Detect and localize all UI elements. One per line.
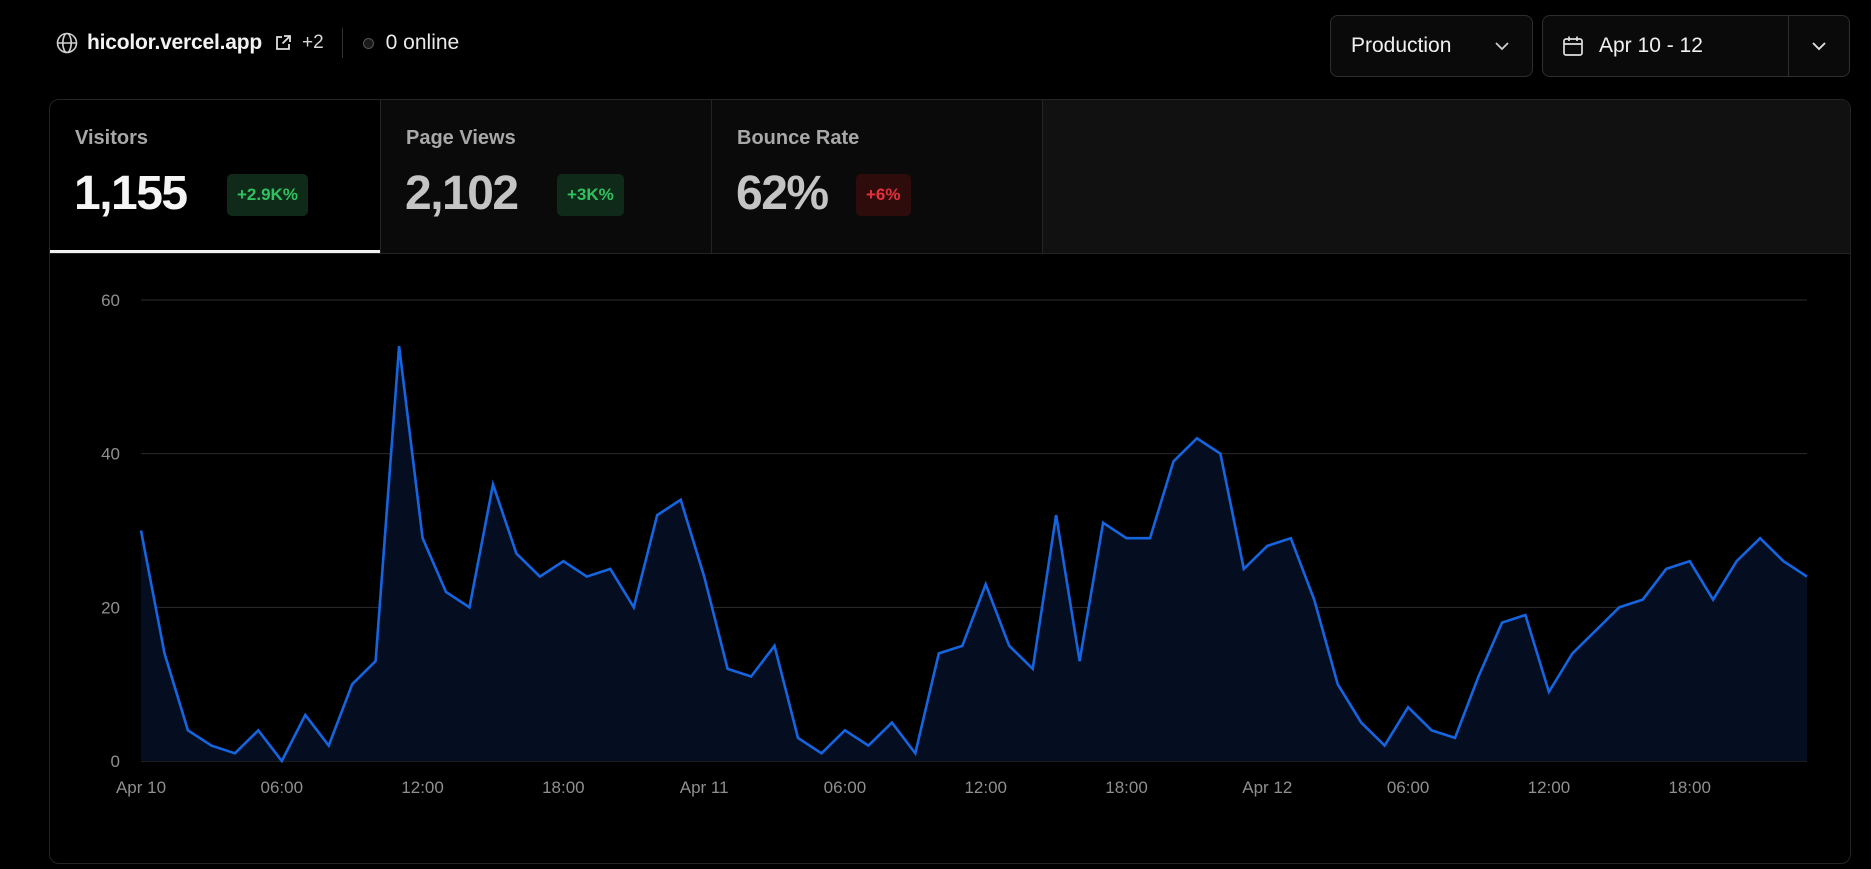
environment-label: Production [1351, 34, 1452, 57]
y-tick-label: 0 [111, 752, 120, 771]
area-layer [139, 345, 1808, 764]
stat-value: 62% [736, 167, 829, 220]
chart-svg: 0 20 40 60 Apr 10 06:00 12:00 18:00 Apr 11 06:00 1… [101, 291, 1808, 797]
x-tick-label: 06:00 [1387, 778, 1430, 797]
y-tick-label: 40 [101, 445, 120, 464]
calendar-icon [1561, 34, 1585, 58]
date-range-picker[interactable]: Apr 10 - 12 [1542, 15, 1850, 77]
stat-title: Page Views [406, 127, 516, 149]
x-tick-label: 12:00 [401, 778, 444, 797]
x-tick-label: 18:00 [1105, 778, 1148, 797]
top-bar: hicolor.vercel.app +2 0 online Productio… [0, 0, 1871, 100]
header-divider [341, 28, 343, 58]
stats-filler [1043, 100, 1850, 253]
date-range-label: Apr 10 - 12 [1599, 34, 1703, 57]
x-tick-label: Apr 12 [1242, 778, 1292, 797]
date-range-expand-button[interactable] [1789, 15, 1849, 77]
stat-change-badge: +6% [856, 174, 911, 216]
visitors-chart: 0 20 40 60 Apr 10 06:00 12:00 18:00 Apr 11 06:00 1… [50, 255, 1850, 863]
site-domain-link[interactable]: hicolor.vercel.app [87, 31, 262, 55]
x-tick-label: 06:00 [261, 778, 304, 797]
external-link-icon[interactable] [274, 34, 292, 52]
stat-value: 1,155 [74, 167, 188, 220]
environment-select[interactable]: Production [1330, 15, 1533, 77]
stat-change-badge: +3K% [557, 174, 624, 216]
x-tick-label: Apr 10 [116, 778, 166, 797]
y-tick-label: 60 [101, 291, 120, 310]
stat-tab-visitors[interactable]: Visitors 1,155 +2.9K% [50, 100, 381, 253]
x-tick-label: 18:00 [1668, 778, 1711, 797]
stat-change-badge: +2.9K% [227, 174, 308, 216]
stat-title: Bounce Rate [737, 127, 860, 149]
chevron-down-icon [1492, 36, 1512, 56]
online-count: 0 online [385, 31, 460, 54]
stat-value: 2,102 [405, 167, 519, 220]
site-header: hicolor.vercel.app +2 0 online [55, 28, 459, 58]
analytics-card: Visitors 1,155 +2.9K% Page Views 2,102 +… [49, 99, 1851, 864]
globe-icon [55, 31, 79, 55]
stat-title: Visitors [75, 127, 148, 149]
chevron-down-icon [1809, 36, 1829, 56]
x-tick-label: 12:00 [1528, 778, 1571, 797]
x-tick-label: 18:00 [542, 778, 585, 797]
x-tick-label: 06:00 [824, 778, 867, 797]
stat-tab-page-views[interactable]: Page Views 2,102 +3K% [381, 100, 712, 253]
more-domains-count[interactable]: +2 [302, 32, 324, 54]
x-tick-label: 12:00 [964, 778, 1007, 797]
y-tick-label: 20 [101, 598, 120, 617]
stat-tab-bounce-rate[interactable]: Bounce Rate 62% +6% [712, 100, 1043, 253]
status-dot-icon [362, 37, 374, 49]
area-fill [141, 346, 1807, 761]
stats-tabs: Visitors 1,155 +2.9K% Page Views 2,102 +… [50, 100, 1850, 254]
x-tick-label: Apr 11 [680, 778, 729, 797]
